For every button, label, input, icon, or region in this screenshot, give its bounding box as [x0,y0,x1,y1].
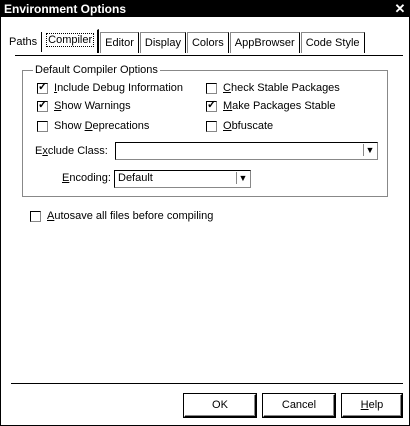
chevron-down-icon[interactable]: ▼ [363,144,376,156]
autosave-box[interactable] [30,210,41,222]
show-deprecations-box[interactable] [37,120,48,132]
check-stable-packages-checkbox[interactable]: Check Stable Packages [206,82,340,94]
tab-colors-label: Colors [191,37,224,49]
tab-editor[interactable]: Editor [100,32,139,53]
check-icon: ✓ [38,80,48,93]
help-button[interactable]: Help [342,394,402,417]
check-icon: ✓ [207,98,217,111]
obfuscate-label: Obfuscate [223,120,274,132]
include-debug-label: Include Debug Information [54,82,184,94]
autosave-checkbox[interactable]: Autosave all files before compiling [30,210,213,222]
show-warnings-checkbox[interactable]: ✓ Show Warnings [37,98,131,112]
environment-options-dialog: Environment Options ✕ Paths Compiler Edi… [0,0,410,426]
include-debug-checkbox[interactable]: ✓ Include Debug Information [37,80,184,94]
exclude-class-combobox[interactable]: ▼ [115,142,378,160]
include-debug-box[interactable]: ✓ [37,80,48,94]
show-deprecations-checkbox[interactable]: Show Deprecations [37,120,149,132]
make-packages-stable-checkbox[interactable]: ✓ Make Packages Stable [206,98,336,112]
tab-colors[interactable]: Colors [186,32,229,53]
make-packages-stable-box[interactable]: ✓ [206,98,217,112]
show-warnings-box[interactable]: ✓ [37,98,48,112]
check-icon: ✓ [38,98,48,111]
tab-display[interactable]: Display [139,32,186,53]
tab-code-style-label: Code Style [305,37,360,49]
show-deprecations-label: Show Deprecations [54,120,150,132]
tab-compiler[interactable]: Compiler [43,29,100,53]
tab-code-style[interactable]: Code Style [300,32,365,53]
encoding-value: Default [118,172,153,184]
encoding-label: Encoding: [62,172,111,184]
close-icon[interactable]: ✕ [393,2,407,15]
tab-compiler-label: Compiler [46,33,95,47]
check-stable-packages-box[interactable] [206,82,217,94]
window-title: Environment Options [4,2,127,16]
obfuscate-box[interactable] [206,120,217,132]
tab-panel-border [15,55,403,56]
tab-display-label: Display [144,37,181,49]
tab-paths[interactable]: Paths [7,32,43,52]
check-stable-packages-label: Check Stable Packages [223,82,340,94]
tab-paths-label: Paths [9,36,38,48]
tab-appbrowser-label: AppBrowser [234,37,295,49]
autosave-label: Autosave all files before compiling [47,210,214,222]
chevron-down-icon[interactable]: ▼ [236,172,249,184]
tab-appbrowser[interactable]: AppBrowser [229,32,300,53]
ok-button[interactable]: OK [184,394,256,417]
obfuscate-checkbox[interactable]: Obfuscate [206,120,273,132]
cancel-button[interactable]: Cancel [263,394,335,417]
tab-editor-label: Editor [105,37,134,49]
encoding-combobox[interactable]: Default ▼ [114,170,251,188]
show-warnings-label: Show Warnings [54,100,131,112]
title-bar[interactable]: Environment Options ✕ [1,1,409,17]
make-packages-stable-label: Make Packages Stable [223,100,336,112]
exclude-class-label: Exclude Class: [35,145,108,157]
group-label: Default Compiler Options [33,64,160,76]
tab-strip: Paths Compiler Editor Display Colors App… [7,29,366,53]
button-bar-divider [11,383,403,384]
